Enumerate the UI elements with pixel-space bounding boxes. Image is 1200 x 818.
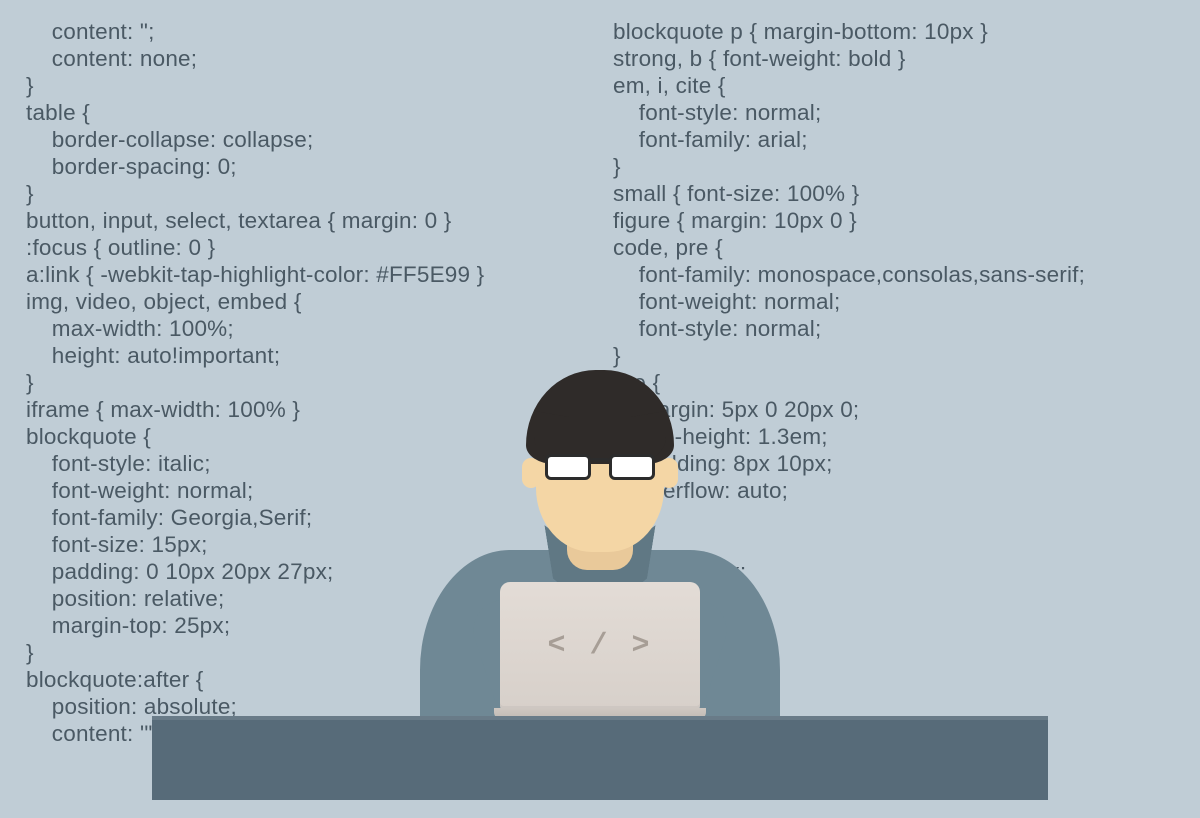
desk-illustration	[152, 716, 1048, 800]
code-icon: < / >	[547, 629, 652, 663]
glasses-icon	[545, 454, 655, 482]
laptop-illustration: < / >	[494, 582, 706, 720]
